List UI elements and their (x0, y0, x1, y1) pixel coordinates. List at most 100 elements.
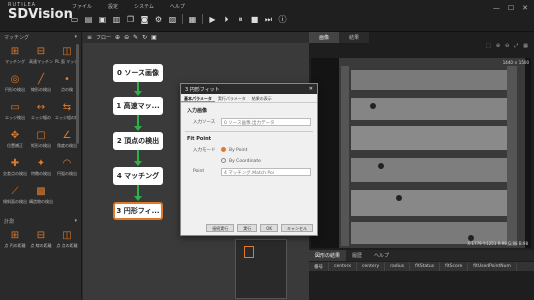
palette-item-label: 角度の検出 (57, 143, 77, 148)
next-icon[interactable]: ⏭ (264, 15, 273, 24)
flow-node-source[interactable]: 0 ソース画像 (113, 64, 163, 82)
connect-run-button[interactable]: 接続実行 (206, 224, 235, 232)
radio-by-point[interactable]: By Point (221, 146, 248, 153)
zoom-in-icon[interactable]: ⊕ (496, 43, 500, 51)
collapse-icon[interactable]: ▾ (74, 34, 77, 40)
palette-item[interactable]: ⊞ 点 円の距離 (3, 228, 27, 254)
remove-icon[interactable]: ⊖ (124, 34, 129, 41)
palette-item[interactable]: ⊟ 点 線の距離 (29, 228, 53, 254)
palette-item[interactable]: ⟋ 傾斜面の検出 (3, 184, 27, 210)
palette-item[interactable]: ╱ 線形の検出 (29, 72, 53, 98)
flow-node-circle-fit[interactable]: 3 円形フィ... (113, 202, 163, 220)
palette-item-label: 点 点の距離 (56, 243, 78, 248)
copy-icon[interactable]: ❐ (126, 15, 135, 24)
palette-item[interactable]: ⊟ 高速マッチング (29, 44, 53, 70)
palette-item[interactable]: ◠ 円弧の検出 (55, 156, 79, 182)
tab-basic-params[interactable]: 基本パラメータ (181, 94, 215, 102)
pause-icon[interactable]: ⏸ (236, 15, 245, 24)
tab-run-params[interactable]: 実行パラメータ (215, 94, 249, 102)
edit-icon[interactable]: ✎ (133, 34, 138, 41)
collapse-icon[interactable]: ▾ (74, 218, 77, 224)
zoom-out-icon[interactable]: ⊖ (505, 43, 509, 51)
point-field[interactable]: 4 マッチング.Match Poi (221, 167, 311, 176)
ok-button[interactable]: OK (260, 224, 278, 232)
column-header[interactable]: radius (385, 262, 411, 271)
run-button[interactable]: 実行 (237, 224, 258, 232)
palette-item[interactable]: ✥ 位置補正 (3, 128, 27, 154)
palette-item-label: 矩形の検出 (31, 143, 51, 148)
save-icon[interactable]: ▣ (98, 15, 107, 24)
minimize-icon[interactable]: — (493, 4, 500, 12)
column-header[interactable]: centery (357, 262, 386, 271)
close-icon[interactable]: ✕ (309, 86, 313, 92)
tab-image[interactable]: 画像 (309, 32, 340, 43)
new-icon[interactable]: ▭ (70, 15, 79, 24)
tab-shape-result[interactable]: 図形の結果 (309, 250, 347, 261)
toolbar-separator (202, 14, 203, 24)
image-tabs: 画像 結果 (309, 32, 534, 43)
palette-section-title: 計測 (4, 219, 15, 225)
menu-bar: ファイル 設定 システム ヘルプ (72, 3, 185, 10)
flow-minimap[interactable] (235, 239, 287, 299)
save-as-icon[interactable]: ▥ (112, 15, 121, 24)
palette-item[interactable]: ▢ 矩形の検出 (29, 128, 53, 154)
palette-item-label: エッジ幅の (31, 115, 51, 120)
menu-help[interactable]: ヘルプ (170, 3, 185, 10)
column-header[interactable]: 番号 (309, 262, 329, 271)
palette-item[interactable]: ◫ 点 点の距離 (55, 228, 79, 254)
menu-system[interactable]: システム (134, 3, 154, 10)
close-icon[interactable]: ✕ (522, 4, 528, 12)
column-header[interactable]: centerx (329, 262, 358, 271)
layout-icon[interactable]: ▣ (151, 34, 157, 41)
input-mode-row-2: By Coordinate (181, 155, 317, 166)
add-icon[interactable]: ⊕ (115, 34, 120, 41)
plane-matching-icon: ◫ (62, 46, 72, 57)
point-line-distance-icon: ⊟ (36, 230, 46, 241)
tab-result-display[interactable]: 結果の表示 (249, 94, 275, 102)
cancel-button[interactable]: キャンセル (281, 224, 313, 232)
column-header[interactable]: fitStatus (410, 262, 441, 271)
menu-file[interactable]: ファイル (72, 3, 92, 10)
section-input-image: 入力画像 (187, 108, 208, 114)
input-source-field[interactable]: 0 ソース画像.出力データ (221, 117, 311, 126)
position-correct-icon: ✥ (10, 130, 20, 141)
info-icon[interactable]: ⓘ (278, 15, 287, 24)
maximize-icon[interactable]: ☐ (508, 4, 514, 12)
camera-icon[interactable]: ◙ (140, 15, 149, 24)
menu-icon[interactable]: ≡ (87, 34, 92, 41)
tab-history[interactable]: 履歴 (346, 250, 368, 261)
column-header[interactable]: fitScore (440, 262, 469, 271)
flow-node-vertex-detect[interactable]: 2 頂点の検出 (113, 132, 163, 150)
settings-icon[interactable]: ⚙ (154, 15, 163, 24)
palette-scrollbar[interactable] (76, 44, 79, 144)
palette-item[interactable]: ▩ 構造物の検出 (29, 184, 53, 210)
flow-node-matching[interactable]: 4 マッチング (113, 167, 163, 185)
refresh-icon[interactable]: ↻ (142, 34, 147, 41)
grid-icon[interactable]: ▦ (188, 15, 197, 24)
palette-item[interactable]: ✦ 特徴の検出 (29, 156, 53, 182)
open-folder-icon[interactable]: ▤ (84, 15, 93, 24)
run-icon[interactable]: ▶ (208, 15, 217, 24)
run-once-icon[interactable]: ⏵ (222, 15, 231, 24)
palette-item[interactable]: ✚ 交差点の検出 (3, 156, 27, 182)
radio-by-coordinate[interactable]: By Coordinate (221, 157, 261, 164)
palette-item[interactable]: ↔ エッジ幅の (29, 100, 53, 126)
select-icon[interactable]: ⬚ (486, 43, 491, 51)
palette-item-label: 線形の検出 (31, 87, 51, 92)
toolbar-separator (182, 14, 183, 24)
tab-help[interactable]: ヘルプ (368, 250, 395, 261)
tab-result[interactable]: 結果 (339, 32, 370, 43)
stop-icon[interactable]: ■ (250, 15, 259, 24)
palette-item[interactable]: ▭ エッジ検出 (3, 100, 27, 126)
fit-icon[interactable]: ⤢ (514, 43, 518, 51)
image-icon[interactable]: ▨ (168, 15, 177, 24)
menu-settings[interactable]: 設定 (108, 3, 118, 10)
brand-name: SDVision (8, 7, 73, 22)
flow-node-fast-matching[interactable]: 1 高速マッ... (113, 97, 163, 115)
palette-item[interactable]: ⊞ マッチング (3, 44, 27, 70)
grid-icon[interactable]: ▦ (523, 43, 528, 51)
palette-item[interactable]: ◎ 円形の検出 (3, 72, 27, 98)
column-header[interactable]: fitUsedPointNum (468, 262, 517, 271)
image-viewer[interactable]: 1440 × 1500 X:1779 Y:1251 R:98 G:98 B:98 (311, 58, 531, 248)
radio-by-point-label: By Point (229, 147, 248, 153)
